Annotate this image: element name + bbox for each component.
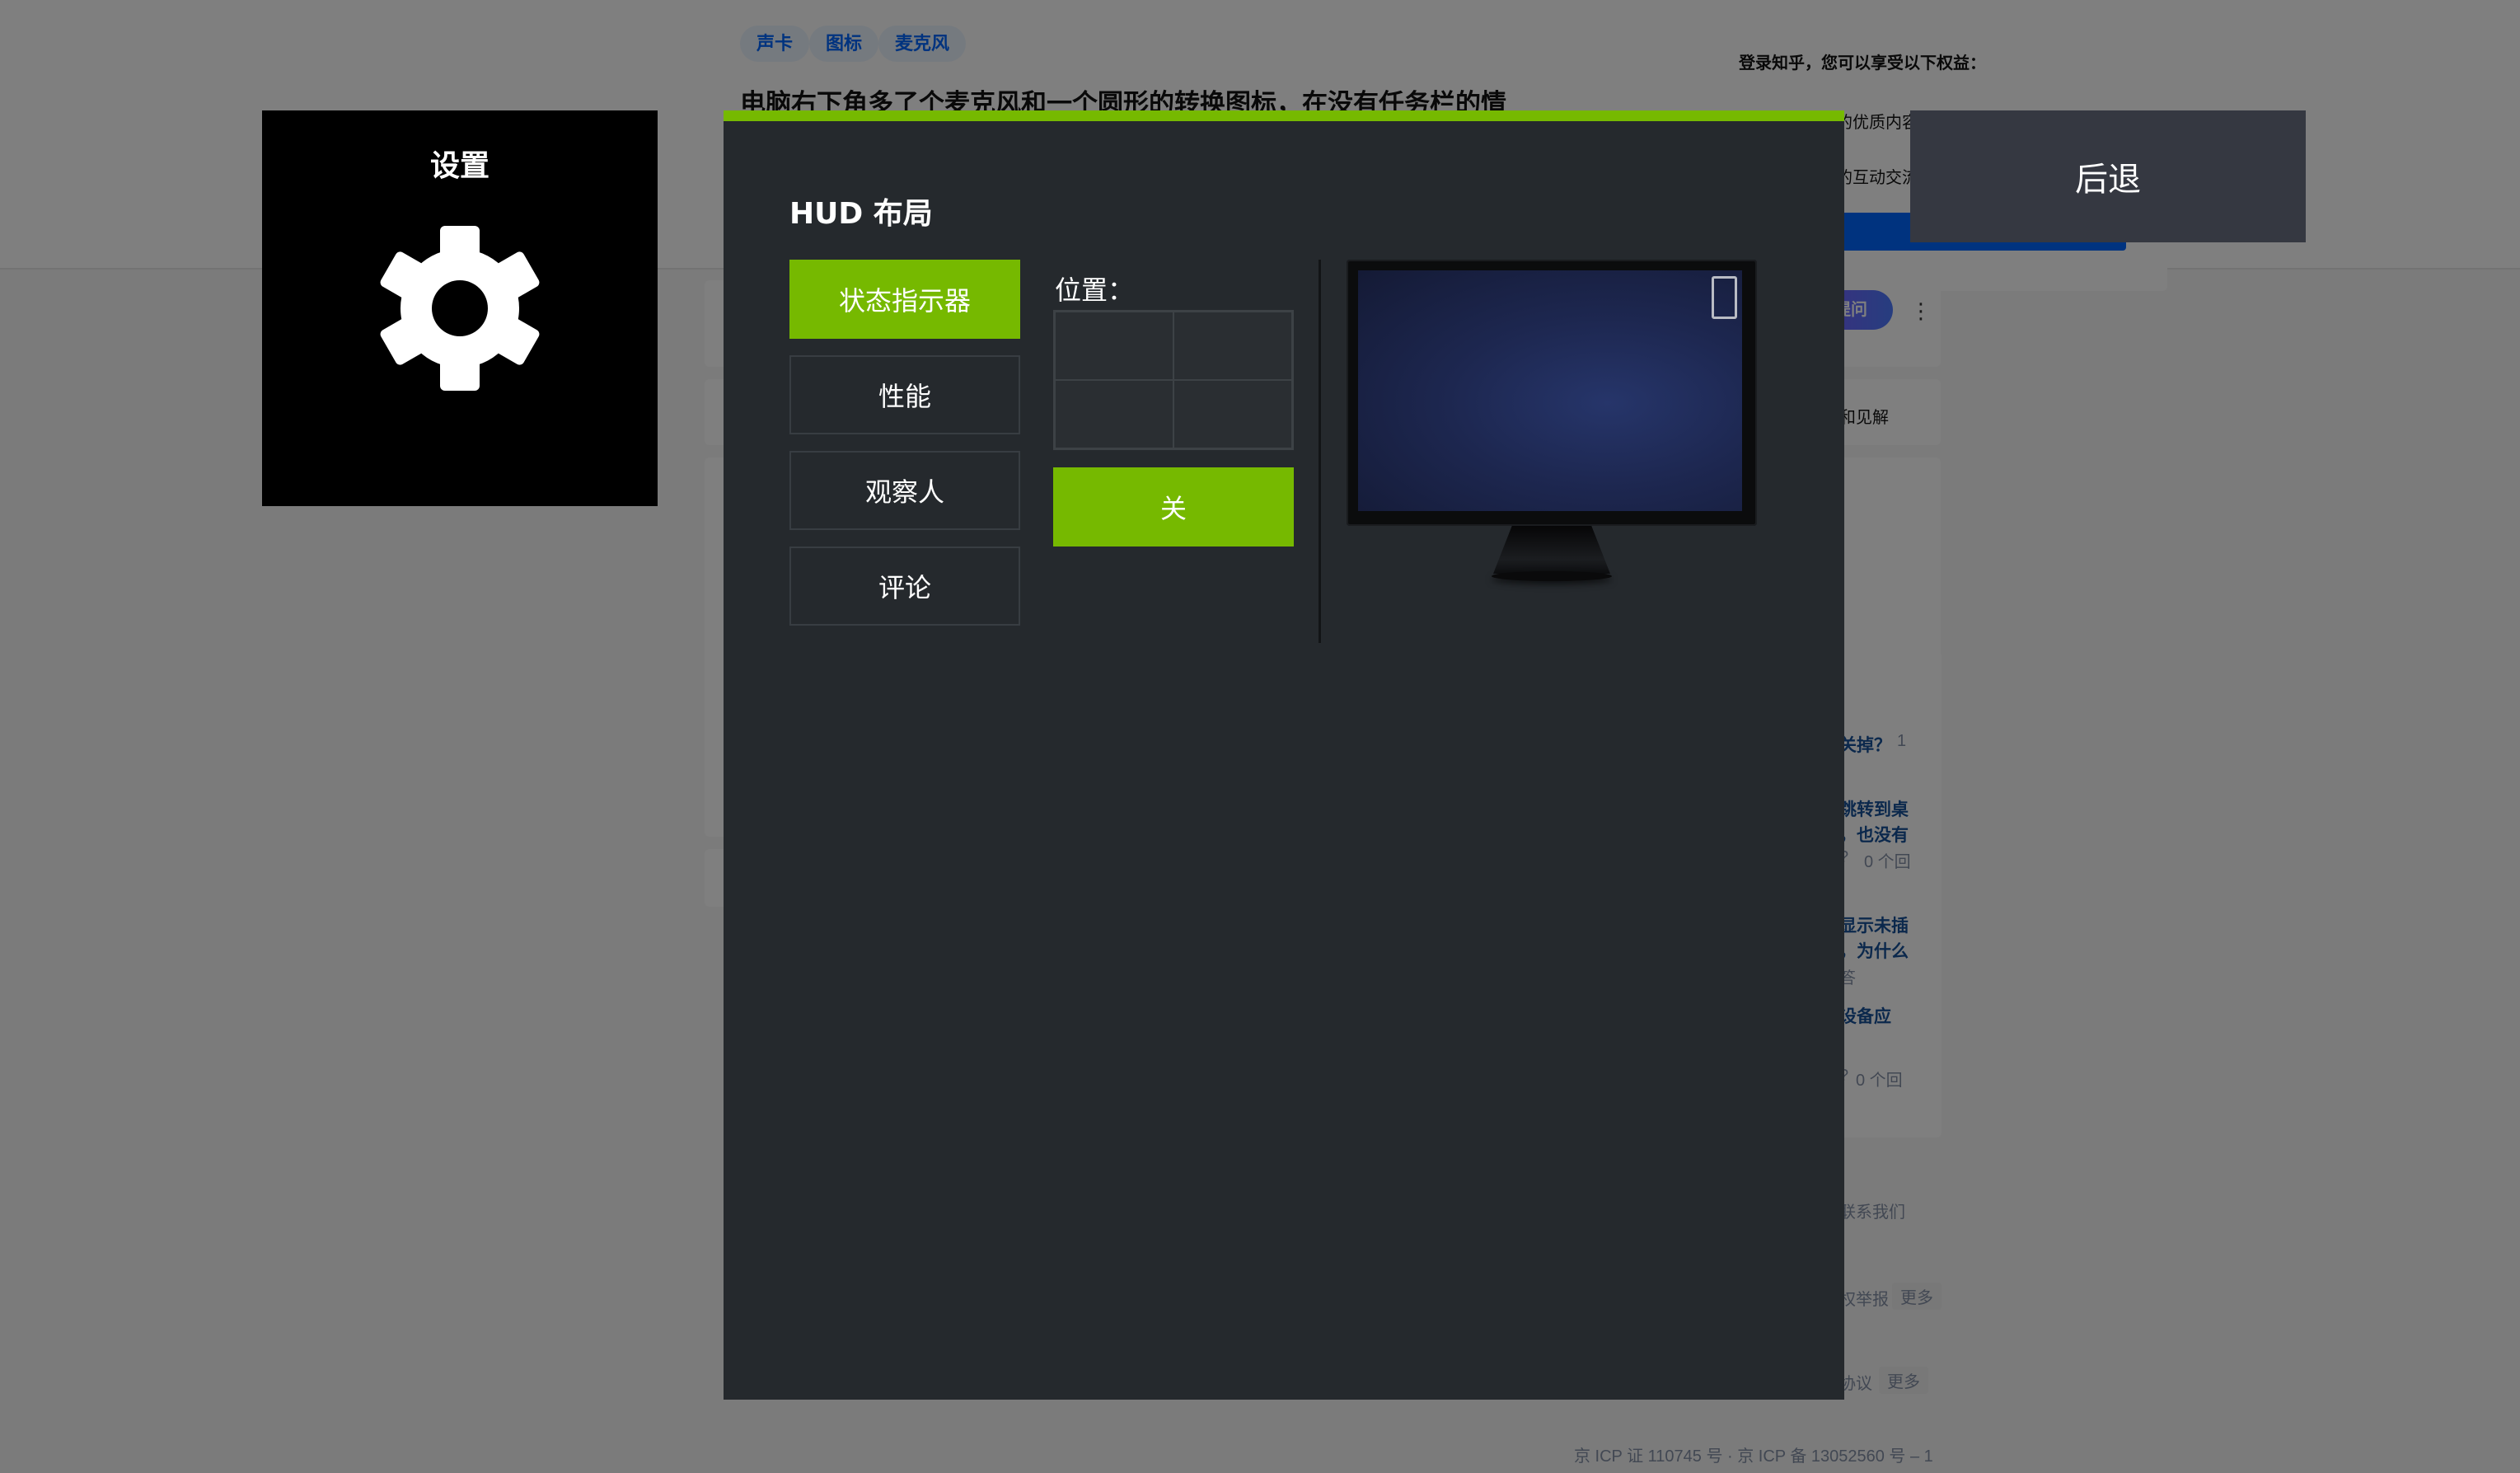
tab-comments[interactable]: 评论 [789, 547, 1020, 626]
monitor-frame [1347, 260, 1757, 526]
tab-spectators[interactable]: 观察人 [789, 451, 1020, 530]
monitor-preview [1347, 260, 1757, 589]
back-button[interactable]: 后退 [1910, 110, 2306, 242]
position-top-right[interactable] [1173, 312, 1292, 380]
monitor-screen [1358, 270, 1742, 511]
gear-icon [380, 226, 540, 391]
monitor-stand [1493, 526, 1610, 574]
accent-bar [724, 110, 1844, 121]
position-top-left[interactable] [1055, 312, 1173, 380]
settings-tile[interactable]: 设置 [262, 110, 658, 506]
tab-status-indicator[interactable]: 状态指示器 [789, 260, 1020, 339]
divider [1319, 260, 1321, 643]
position-grid [1053, 310, 1294, 450]
settings-title: 设置 [429, 149, 489, 183]
status-indicator-preview [1712, 276, 1737, 319]
position-bottom-left[interactable] [1055, 380, 1173, 448]
tab-performance[interactable]: 性能 [789, 355, 1020, 434]
position-bottom-right[interactable] [1173, 380, 1292, 448]
toggle-off-button[interactable]: 关 [1053, 467, 1294, 547]
monitor-base [1492, 571, 1612, 581]
position-label: 位置： [1055, 274, 1135, 306]
panel-title: HUD 布局 [789, 197, 933, 231]
